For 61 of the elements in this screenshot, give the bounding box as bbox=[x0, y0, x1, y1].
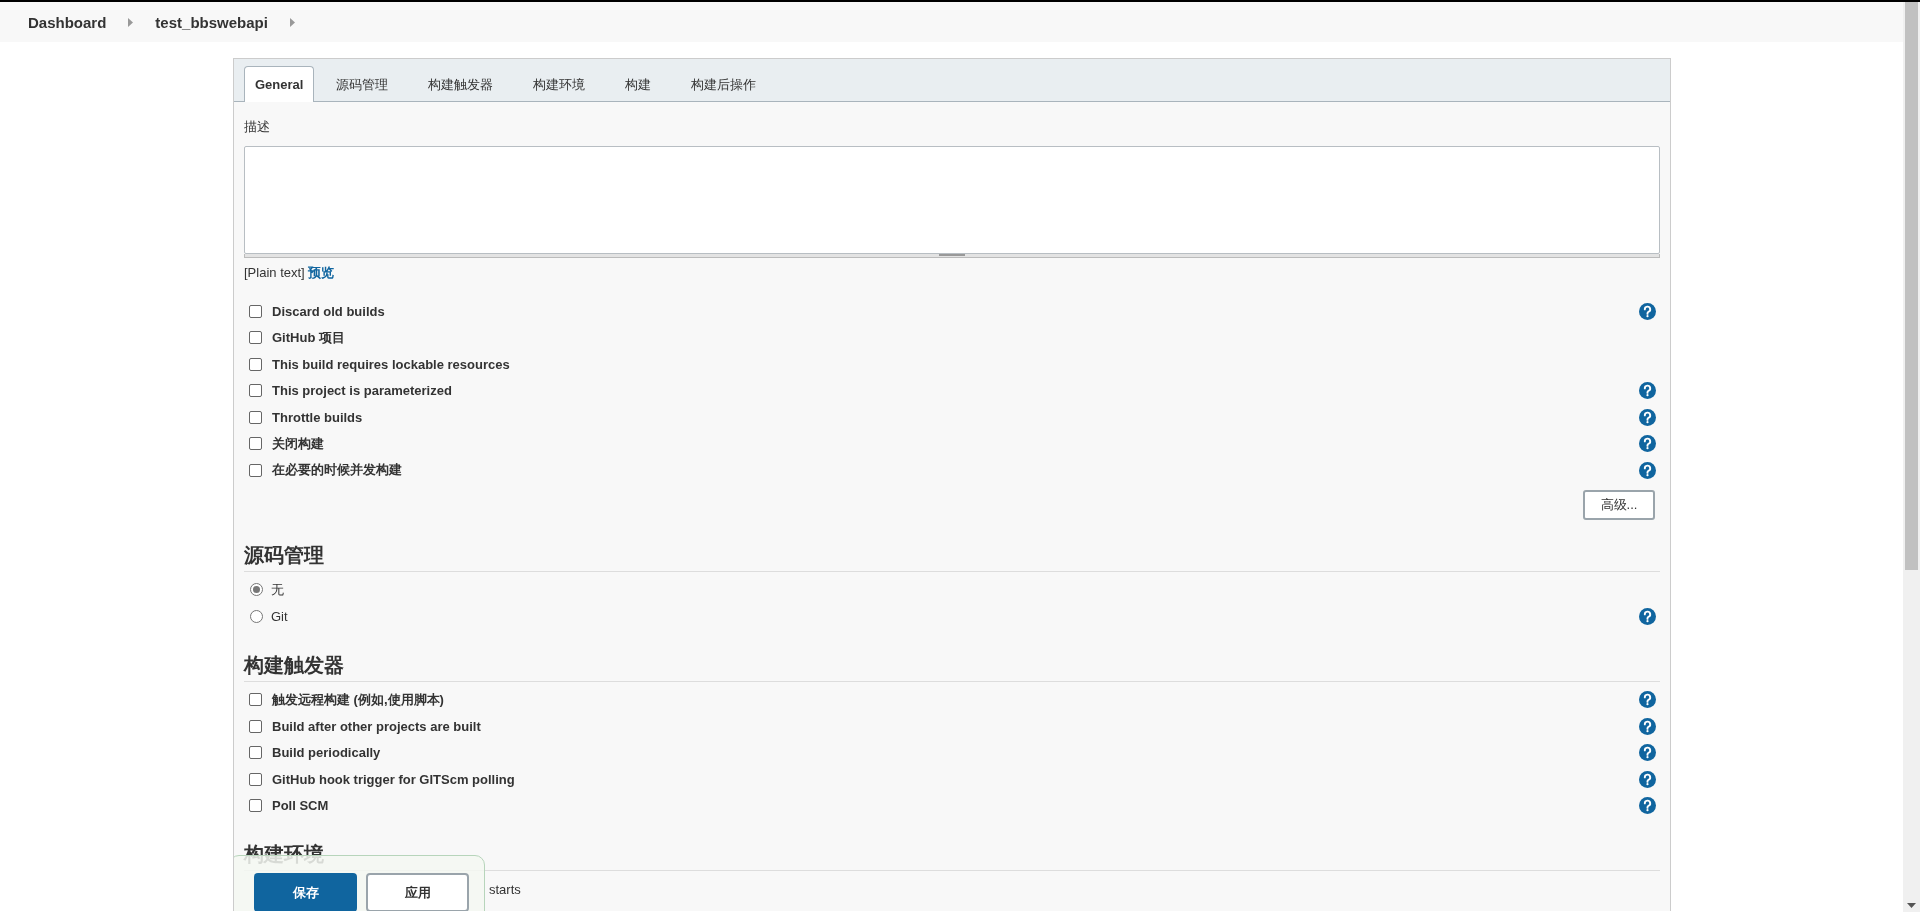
checkbox[interactable] bbox=[249, 304, 262, 318]
tab[interactable]: 构建后操作 bbox=[673, 66, 775, 102]
checkbox[interactable] bbox=[249, 719, 262, 733]
help-icon[interactable] bbox=[1639, 435, 1656, 453]
help-icon[interactable] bbox=[1639, 302, 1656, 320]
help-icon[interactable] bbox=[1639, 607, 1656, 625]
field-label: 描述 bbox=[244, 118, 271, 136]
help-icon[interactable] bbox=[1639, 717, 1656, 735]
option-label: 无 bbox=[271, 580, 284, 599]
resize-handle[interactable] bbox=[244, 254, 1660, 258]
checkbox[interactable] bbox=[249, 357, 262, 371]
description-field[interactable] bbox=[244, 146, 1660, 254]
option-label: 触发远程构建 (例如,使用脚本) bbox=[272, 690, 444, 709]
advanced-button[interactable]: 高级... bbox=[1583, 489, 1655, 520]
option-label: 关闭构建 bbox=[272, 434, 324, 453]
format-note: [Plain text] 预览 bbox=[244, 264, 336, 282]
checkbox[interactable] bbox=[249, 410, 262, 424]
section-heading: 源码管理 bbox=[244, 541, 1660, 572]
option-label: 在必要的时候并发构建 bbox=[272, 461, 402, 480]
checkbox[interactable] bbox=[249, 437, 262, 451]
checkbox[interactable] bbox=[249, 331, 262, 345]
checkbox[interactable] bbox=[249, 772, 262, 786]
checkbox[interactable] bbox=[249, 463, 262, 477]
tab[interactable]: 源码管理 bbox=[318, 66, 407, 102]
option-label: Git bbox=[271, 608, 288, 624]
section-heading: 构建触发器 bbox=[244, 651, 1660, 682]
breadcrumb-link[interactable]: test_bbswebapi bbox=[155, 13, 268, 31]
tab[interactable]: 构建触发器 bbox=[410, 66, 512, 102]
option-label: Poll SCM bbox=[272, 798, 329, 814]
chevron-icon[interactable] bbox=[289, 17, 295, 27]
option-label: Discard old builds bbox=[272, 303, 385, 319]
checkbox[interactable] bbox=[249, 746, 262, 760]
tab[interactable]: 构建 bbox=[607, 66, 670, 102]
option-label: starts bbox=[489, 881, 521, 897]
checkbox[interactable] bbox=[249, 384, 262, 398]
option-label: Build periodically bbox=[272, 745, 381, 761]
option-label: Build after other projects are built bbox=[272, 718, 481, 734]
option-label: GitHub hook trigger for GITScm polling bbox=[272, 771, 515, 787]
help-icon[interactable] bbox=[1639, 691, 1656, 709]
help-icon[interactable] bbox=[1639, 461, 1656, 479]
checkbox[interactable] bbox=[249, 799, 262, 813]
help-icon[interactable] bbox=[1639, 382, 1656, 400]
checkbox[interactable] bbox=[249, 693, 262, 707]
scroll-down-icon[interactable] bbox=[1907, 903, 1916, 908]
tab[interactable]: 构建环境 bbox=[515, 66, 604, 102]
save-button[interactable]: 保存 bbox=[254, 873, 357, 911]
chevron-icon[interactable] bbox=[128, 17, 134, 27]
preview-link[interactable]: 预览 bbox=[308, 265, 335, 280]
option-label: GitHub 项目 bbox=[272, 328, 345, 347]
option-label: Throttle builds bbox=[272, 409, 363, 425]
option-label: This build requires lockable resources bbox=[272, 356, 510, 372]
help-icon[interactable] bbox=[1639, 770, 1656, 788]
radio-button[interactable] bbox=[250, 609, 263, 623]
help-icon[interactable] bbox=[1639, 797, 1656, 815]
option-label: This project is parameterized bbox=[272, 383, 452, 399]
help-icon[interactable] bbox=[1639, 744, 1656, 762]
help-icon[interactable] bbox=[1639, 408, 1656, 426]
breadcrumb-link[interactable]: Dashboard bbox=[28, 13, 107, 31]
radio-button[interactable] bbox=[250, 583, 263, 597]
tab[interactable]: General bbox=[244, 66, 315, 102]
apply-button[interactable]: 应用 bbox=[366, 873, 469, 911]
